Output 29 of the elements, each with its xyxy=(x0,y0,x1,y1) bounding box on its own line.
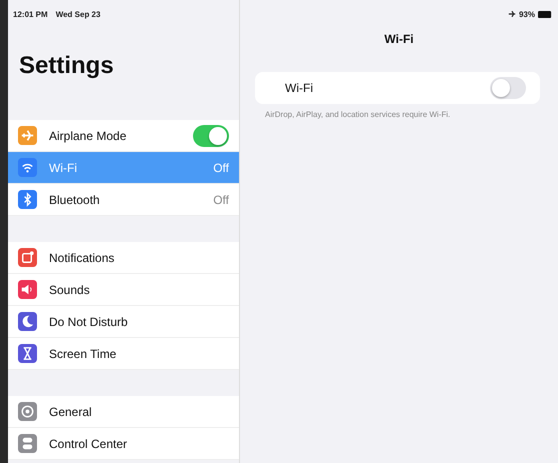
status-date: Wed Sep 23 xyxy=(56,10,100,18)
settings-row[interactable]: Do Not Disturb xyxy=(8,306,239,338)
settings-row[interactable]: General xyxy=(8,396,239,428)
row-label: Bluetooth xyxy=(49,192,101,206)
airplane-icon xyxy=(508,10,516,18)
row-label: Wi-Fi xyxy=(285,81,313,95)
settings-title: Settings xyxy=(19,52,115,81)
row-value: Off xyxy=(213,192,229,206)
footnote: AirDrop, AirPlay, and location services require Wi-Fi. xyxy=(265,110,452,119)
settings-row[interactable]: Notifications xyxy=(8,242,239,274)
row-value: Off xyxy=(213,160,229,174)
row-label: Wi-Fi xyxy=(49,160,78,174)
settings-row[interactable]: Bluetooth Off xyxy=(8,184,239,216)
status-time: 12:01 PM xyxy=(13,10,48,18)
row-label: Airplane Mode xyxy=(49,128,128,142)
settings-row[interactable]: Sounds xyxy=(8,274,239,306)
page-title: Wi-Fi xyxy=(383,32,415,48)
row-label: Control Center xyxy=(49,436,128,450)
toggle-switch[interactable] xyxy=(490,77,526,99)
row-label: General xyxy=(49,404,93,418)
settings-row[interactable]: Control Center xyxy=(8,428,239,460)
row-label: Sounds xyxy=(49,282,91,296)
row-label: Do Not Disturb xyxy=(49,314,129,328)
battery-icon xyxy=(538,10,552,18)
row-label: Screen Time xyxy=(49,346,118,360)
row-label: Notifications xyxy=(49,250,116,264)
settings-row[interactable]: Screen Time xyxy=(8,338,239,370)
toggle-switch[interactable] xyxy=(193,124,229,146)
battery-text: 93% xyxy=(518,10,535,18)
